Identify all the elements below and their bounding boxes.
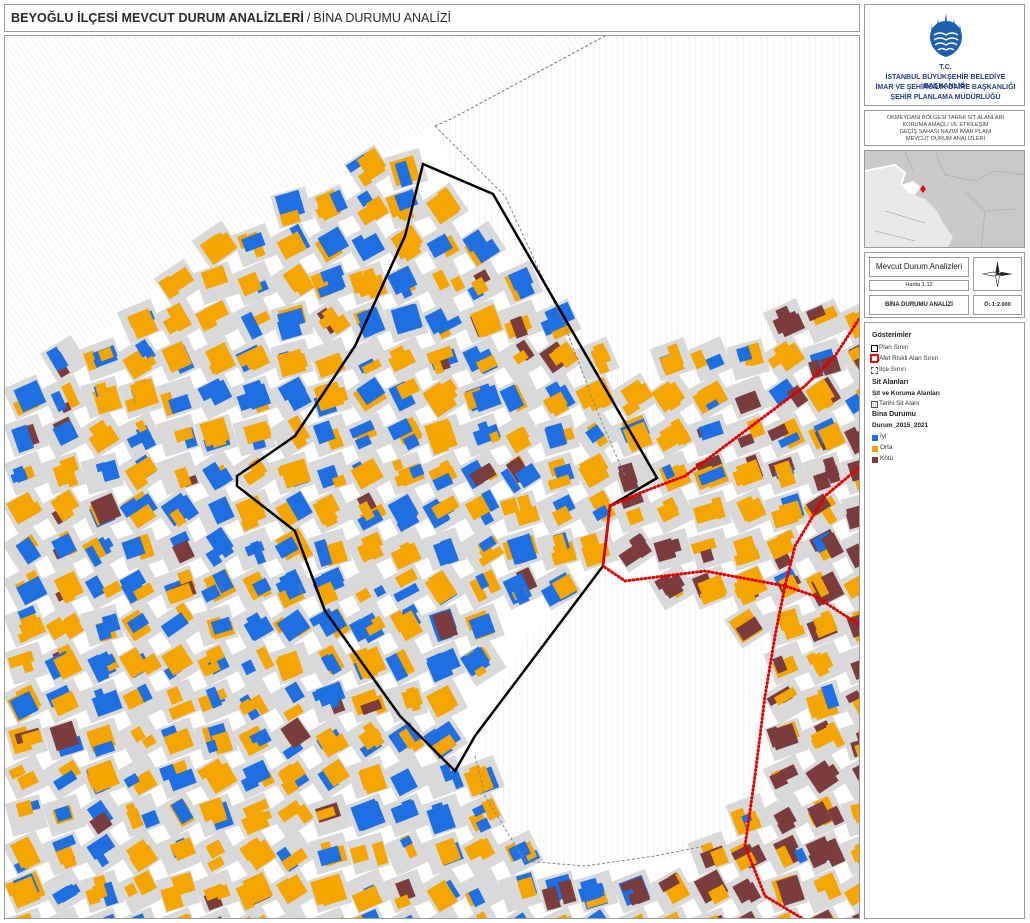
legend-district-boundary: İlçe Sınırı xyxy=(879,366,906,373)
plan-description-panel: OKMEYDANI BÖLGESİ TARİHİ SİT ALANLARI KO… xyxy=(864,110,1025,146)
historic-site-swatch xyxy=(871,401,878,408)
locator-map-canvas xyxy=(865,151,1024,247)
analysis-name: BİNA DURUMU ANALİZİ xyxy=(869,295,969,315)
locator-map[interactable] xyxy=(864,150,1025,248)
legend-panel: Gösterimler Plan Sınırı Afet Riskli Alan… xyxy=(864,322,1025,919)
legend-heading: Gösterimler xyxy=(872,332,912,339)
medium-swatch xyxy=(872,446,878,452)
building xyxy=(859,619,860,634)
legend-sit-subheading: Sit ve Koruma Alanları xyxy=(872,390,940,397)
main-map[interactable] xyxy=(4,35,860,919)
legend-good: İyi xyxy=(880,433,887,440)
legend-medium: Orta xyxy=(880,444,893,451)
legend-poor: Kötü xyxy=(880,455,894,462)
map-canvas[interactable] xyxy=(5,36,860,919)
legend-building-heading: Bina Durumu xyxy=(872,411,916,418)
desc-line-1: OKMEYDANI BÖLGESİ TARİHİ SİT ALANLARI xyxy=(886,115,1005,121)
legend-risky-area: Afet Riskli Alan Sınırı xyxy=(879,355,939,362)
map-scale: Ö: 1:2.000 xyxy=(973,295,1022,315)
legend-building-field: Durum_2015_2021 xyxy=(872,422,929,429)
analysis-title: Mevcut Durum Analizleri xyxy=(869,257,969,277)
map-title: BEYOĞLU İLÇESİ MEVCUT DURUM ANALİZLERİ xyxy=(11,11,304,25)
title-bar: BEYOĞLU İLÇESİ MEVCUT DURUM ANALİZLERİ /… xyxy=(4,4,860,32)
title-separator: / xyxy=(306,11,311,25)
map-number: Harita 1.12 xyxy=(869,280,969,291)
building xyxy=(43,918,64,919)
desc-line-2: KORUMA AMAÇLI VE ETKİLEŞİM xyxy=(902,122,989,128)
desc-line-4: MEVCUT DURUM ANALİZLERİ xyxy=(905,136,986,142)
ibb-logo-icon xyxy=(930,13,962,57)
good-swatch xyxy=(872,435,878,441)
org-tc: T.C. xyxy=(939,64,952,71)
compass-rose-icon xyxy=(982,261,1013,288)
poor-swatch xyxy=(872,457,878,463)
org-directorate: ŞEHİR PLANLAMA MÜDÜRLÜĞÜ xyxy=(890,94,1001,101)
organization-panel: T.C. İSTANBUL BÜYÜKŞEHİR BELEDİYE BAŞKAN… xyxy=(864,4,1025,106)
legend-historic-site: Tarihi Sit Alanı xyxy=(879,400,920,407)
map-subtitle: BİNA DURUMU ANALİZİ xyxy=(313,11,451,25)
legend-plan-boundary: Plan Sınırı xyxy=(879,344,909,351)
desc-line-3: GEÇİŞ SAHASI NAZIM İMAR PLANI xyxy=(899,129,992,135)
north-arrow xyxy=(973,257,1022,291)
legend-sit-heading: Sit Alanları xyxy=(872,379,909,386)
org-department: İMAR VE ŞEHİRCİLİK DAİRE BAŞKANLIĞI xyxy=(875,84,1016,91)
district-boundary-swatch xyxy=(871,367,878,374)
plan-boundary-swatch xyxy=(871,345,878,352)
map-sheet: BEYOĞLU İLÇESİ MEVCUT DURUM ANALİZLERİ /… xyxy=(0,0,1030,923)
map-info-panel: Mevcut Durum Analizleri Harita 1.12 BİNA… xyxy=(864,252,1025,318)
